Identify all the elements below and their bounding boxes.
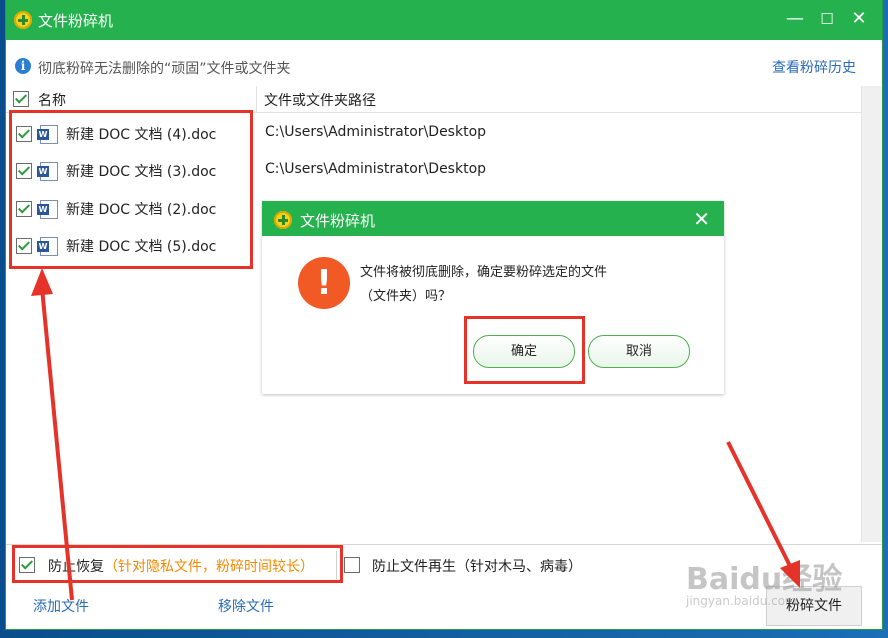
file-list-highlight-box [9,110,253,269]
window-title: 文件粉碎机 [38,12,114,30]
app-logo-icon [14,11,32,29]
dialog-message-line1: 文件将被彻底删除，确定要粉碎选定的文件 [360,265,608,280]
ok-button-highlight-box [464,316,585,384]
prevent-regeneration-checkbox[interactable] [344,557,360,573]
dialog-title: 文件粉碎机 [300,212,376,230]
baidu-watermark: Baidu经验 [686,562,843,597]
add-file-link[interactable]: 添加文件 [33,596,89,616]
select-all-checkbox[interactable] [13,91,29,107]
remove-file-link[interactable]: 移除文件 [218,596,274,616]
warning-icon: ! [298,257,350,309]
baidu-watermark-url: jingyan.baidu.com [686,594,797,608]
app-logo-icon [274,211,292,229]
vertical-scrollbar[interactable] [861,86,882,542]
file-path: C:\Users\Administrator\Desktop [265,124,487,140]
name-header-label: 名称 [38,93,66,109]
file-list-header: 名称 文件或文件夹路径 [6,86,862,113]
info-text: 彻底粉碎无法删除的“顽固”文件或文件夹 [38,61,291,77]
path-column-header[interactable]: 文件或文件夹路径 [264,90,376,110]
close-button[interactable]: ✕ [848,8,870,30]
prevent-regeneration-label[interactable]: 防止文件再生（针对木马、病毒） [372,556,582,576]
confirm-dialog: 文件粉碎机 ✕ ! 文件将被彻底删除，确定要粉碎选定的文件 （文件夹）吗？ 确定… [262,201,724,394]
minimize-button[interactable]: — [784,8,806,30]
dialog-message-line2: （文件夹）吗？ [360,289,452,304]
dialog-titlebar: 文件粉碎机 ✕ [262,201,724,236]
name-column-header[interactable]: 名称 [6,86,257,112]
dialog-close-icon[interactable]: ✕ [693,207,710,231]
window-titlebar: 文件粉碎机 — ☐ ✕ [6,0,882,40]
options-highlight-box [12,545,343,583]
file-shredder-window: 文件粉碎机 — ☐ ✕ i 彻底粉碎无法删除的“顽固”文件或文件夹 查看粉碎历史… [6,0,882,629]
file-path: C:\Users\Administrator\Desktop [265,161,487,177]
maximize-button[interactable]: ☐ [816,8,838,30]
dialog-message: 文件将被彻底删除，确定要粉碎选定的文件 （文件夹）吗？ [360,261,660,309]
confirm-cancel-button[interactable]: 取消 [588,335,690,368]
info-bar: i 彻底粉碎无法删除的“顽固”文件或文件夹 查看粉碎历史 [6,44,882,84]
view-history-link[interactable]: 查看粉碎历史 [772,57,856,77]
info-icon: i [15,58,31,74]
